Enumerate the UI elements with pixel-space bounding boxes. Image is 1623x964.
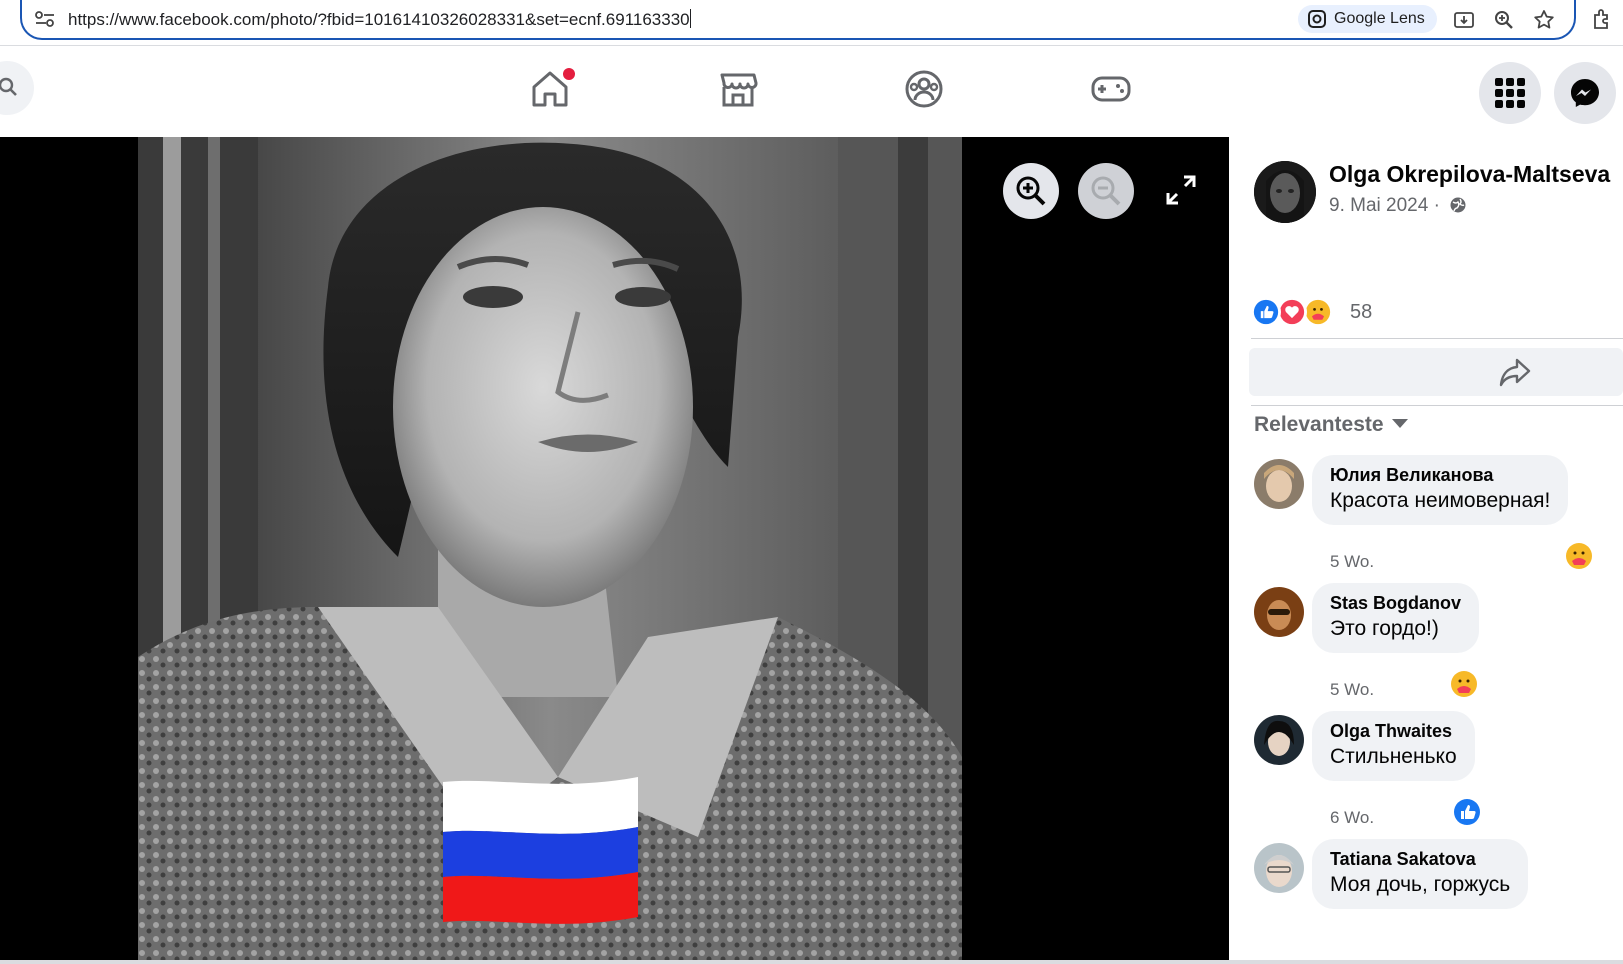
care-icon	[1303, 297, 1333, 327]
sort-label: Relevanteste	[1254, 413, 1384, 436]
author-avatar[interactable]	[1254, 161, 1316, 223]
comment-text: Это гордо!)	[1330, 617, 1439, 640]
gaming-icon[interactable]	[1089, 67, 1133, 111]
address-bar[interactable]: https://www.facebook.com/photo/?fbid=101…	[20, 0, 1576, 40]
post-details-panel: Olga Okrepilova-Maltseva 9. Mai 2024 · 5…	[1229, 137, 1623, 960]
comment-time[interactable]: 6 Wo.	[1330, 808, 1374, 828]
russian-flag	[443, 777, 638, 924]
commenter-avatar[interactable]	[1254, 587, 1304, 637]
care-icon[interactable]	[1450, 670, 1478, 698]
messenger-icon	[1571, 79, 1599, 107]
commenter-name[interactable]: Tatiana Sakatova	[1330, 849, 1510, 870]
zoom-in-button[interactable]	[1003, 163, 1059, 219]
divider	[1251, 338, 1623, 339]
browser-toolbar: https://www.facebook.com/photo/?fbid=101…	[0, 0, 1623, 46]
post-photo[interactable]	[138, 137, 962, 960]
commenter-avatar[interactable]	[1254, 715, 1304, 765]
love-icon	[1277, 297, 1307, 327]
commenter-avatar[interactable]	[1254, 459, 1304, 509]
globe-icon	[1450, 197, 1466, 213]
zoom-in-icon	[1016, 176, 1046, 206]
like-icon[interactable]	[1453, 798, 1481, 826]
post-date[interactable]: 9. Mai 2024 ·	[1329, 195, 1440, 216]
comment-text: Красота неимоверная!	[1330, 489, 1551, 512]
comment-text: Моя дочь, горжусь	[1330, 873, 1511, 896]
comment-sort-dropdown[interactable]: Relevanteste	[1254, 413, 1408, 437]
groups-icon[interactable]	[902, 67, 946, 111]
post-meta: 9. Mai 2024 ·	[1329, 195, 1467, 217]
share-button[interactable]	[1249, 348, 1623, 396]
search-icon	[0, 77, 17, 96]
menu-button[interactable]	[1479, 62, 1541, 124]
zoom-out-icon	[1091, 176, 1121, 206]
commenter-name[interactable]: Юлия Великанова	[1330, 465, 1550, 486]
comment-time[interactable]: 5 Wo.	[1330, 680, 1374, 700]
marketplace-icon[interactable]	[716, 67, 760, 111]
commenter-name[interactable]: Stas Bogdanov	[1330, 593, 1461, 614]
author-name[interactable]: Olga Okrepilova-Maltseva	[1329, 161, 1610, 188]
zoom-icon[interactable]	[1492, 8, 1516, 32]
share-icon	[1499, 358, 1531, 387]
site-info-icon[interactable]	[34, 9, 56, 29]
window-bottom-edge	[0, 960, 1623, 964]
url-text[interactable]: https://www.facebook.com/photo/?fbid=101…	[68, 9, 691, 30]
comment-text: Стильненько	[1330, 745, 1457, 768]
comment-bubble: Stas Bogdanov Это гордо!)	[1312, 583, 1480, 653]
notification-dot	[563, 68, 575, 80]
divider	[1251, 405, 1623, 406]
grid-menu-icon	[1495, 78, 1525, 108]
facebook-top-nav	[0, 47, 1623, 137]
comment-bubble: Olga Thwaites Стильненько	[1312, 711, 1475, 781]
fullscreen-icon[interactable]	[1164, 173, 1198, 207]
comment-time[interactable]: 5 Wo.	[1330, 552, 1374, 572]
install-app-icon[interactable]	[1452, 8, 1476, 32]
extensions-icon[interactable]	[1590, 6, 1616, 32]
search-button[interactable]	[0, 61, 34, 115]
care-icon[interactable]	[1565, 542, 1593, 570]
bookmark-star-icon[interactable]	[1532, 8, 1556, 32]
commenter-avatar[interactable]	[1254, 843, 1304, 893]
lens-icon	[1308, 10, 1326, 28]
messenger-button[interactable]	[1554, 62, 1616, 124]
google-lens-button[interactable]: Google Lens	[1298, 5, 1437, 33]
commenter-name[interactable]: Olga Thwaites	[1330, 721, 1457, 742]
google-lens-label: Google Lens	[1334, 10, 1425, 27]
like-icon	[1251, 297, 1281, 327]
zoom-out-button[interactable]	[1078, 163, 1134, 219]
comment-bubble: Tatiana Sakatova Моя дочь, горжусь	[1312, 839, 1529, 909]
photo-viewer	[0, 137, 1229, 960]
chevron-down-icon	[1391, 419, 1408, 428]
reaction-count[interactable]: 58	[1350, 301, 1372, 324]
comment-bubble: Юлия Великанова Красота неимоверная!	[1312, 455, 1569, 525]
